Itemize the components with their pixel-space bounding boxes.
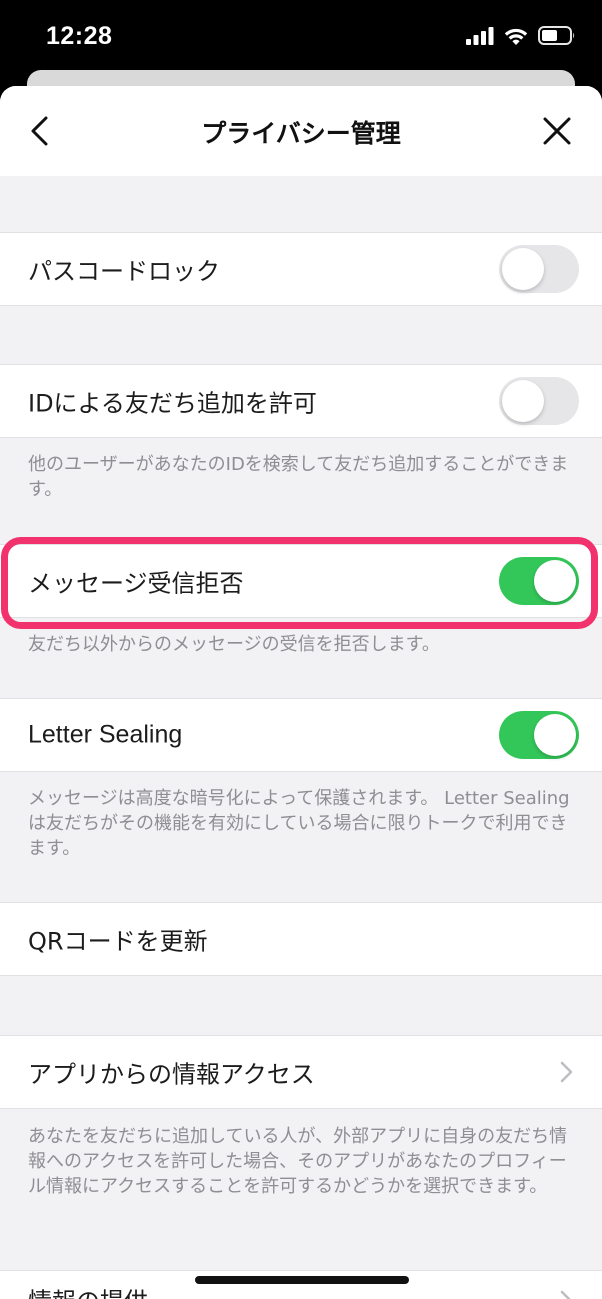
page-title: プライバシー管理 (201, 119, 401, 148)
toggle-knob (502, 380, 544, 422)
information-provision-label: 情報の提供 (28, 1282, 148, 1299)
app-info-access-description: あなたを友だちに追加している人が、外部アプリに自身の友だち情報へのアクセスを許可… (28, 1126, 568, 1197)
toggle-knob (502, 248, 544, 290)
reject-messages-description: 友だち以外からのメッセージの受信を拒否します。 (28, 634, 440, 655)
toggle-knob (534, 714, 576, 756)
status-icons (466, 26, 576, 45)
allow-add-by-id-label: IDによる友だち追加を許可 (28, 389, 317, 418)
allow-add-by-id-row[interactable]: IDによる友だち追加を許可 (0, 364, 602, 438)
wifi-icon (504, 28, 528, 45)
passcode-lock-label: パスコードロック (28, 257, 220, 286)
status-time: 12:28 (46, 22, 113, 50)
app-info-access-label: アプリからの情報アクセス (28, 1060, 315, 1089)
app-info-access-row[interactable]: アプリからの情報アクセス (0, 1035, 602, 1109)
home-indicator (195, 1276, 409, 1284)
information-provision-row[interactable]: 情報の提供 (0, 1270, 602, 1299)
allow-add-by-id-description: 他のユーザーがあなたのIDを検索して友だち追加することができます。 (28, 454, 569, 500)
allow-add-by-id-toggle[interactable] (499, 377, 579, 425)
qr-refresh-row[interactable]: QRコードを更新 (0, 902, 602, 976)
chevron-right-icon (560, 1061, 573, 1083)
nav-bar: プライバシー管理 (0, 86, 602, 176)
letter-sealing-label: Letter Sealing (28, 720, 183, 749)
passcode-lock-toggle[interactable] (499, 245, 579, 293)
letter-sealing-description: メッセージは高度な暗号化によって保護されます。 Letter Sealingは友… (28, 788, 570, 859)
privacy-settings-sheet: プライバシー管理 パスコードロック IDによる友だち追加を許可 他のユーザーがあ… (0, 86, 602, 1299)
chevron-right-icon (560, 1290, 571, 1299)
letter-sealing-row[interactable]: Letter Sealing (0, 698, 602, 772)
passcode-lock-row[interactable]: パスコードロック (0, 232, 602, 306)
signal-icon (466, 26, 494, 45)
letter-sealing-toggle[interactable] (499, 711, 579, 759)
battery-icon (538, 26, 575, 45)
qr-refresh-label: QRコードを更新 (28, 927, 208, 956)
highlight-box (1, 537, 598, 629)
close-icon[interactable] (542, 116, 572, 146)
